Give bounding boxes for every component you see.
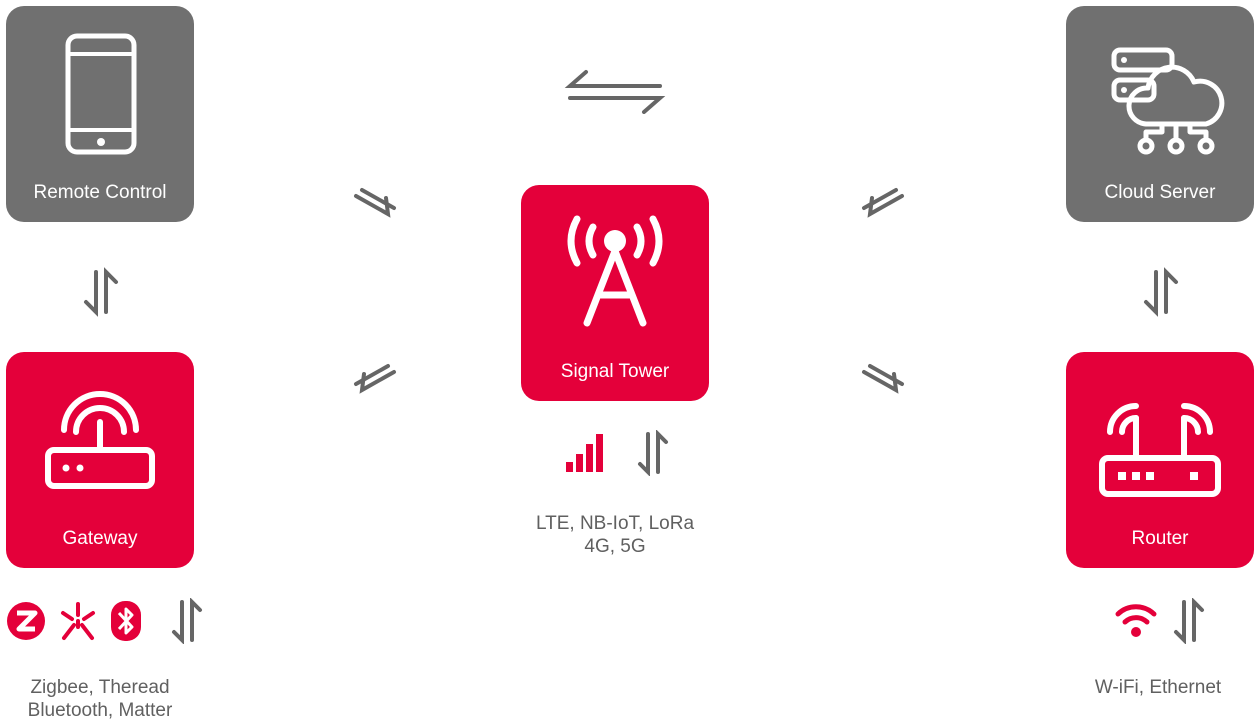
gateway-tower-arrow: [354, 364, 396, 394]
cellular-signal-icon: [566, 434, 603, 472]
tower-protocols-line2: 4G, 5G: [584, 536, 646, 557]
router-protocol-arrow: [1174, 598, 1204, 644]
router-protocols-caption: W-iFi, Ethernet: [1058, 676, 1258, 699]
gateway-protocols-line1: Zigbee, Theread: [30, 677, 170, 698]
cloud-server-node: Cloud Server: [1066, 6, 1254, 222]
remote-tower-arrow: [354, 188, 396, 218]
cloud-server-icon: [1111, 47, 1225, 155]
thread-icon: [61, 602, 95, 640]
remote-control-label: Remote Control: [33, 182, 167, 203]
zigbee-icon: [7, 602, 45, 640]
bluetooth-icon: [111, 601, 141, 641]
router-tower-arrow: [862, 364, 904, 394]
gateway-icon: [45, 391, 155, 489]
gateway-protocol-arrow: [172, 598, 202, 644]
signal-tower-icon: [567, 215, 663, 327]
tower-protocols-line1: LTE, NB-IoT, LoRa: [535, 513, 695, 534]
signal-tower-node: Signal Tower: [521, 185, 709, 401]
top-connection-arrow: [564, 70, 666, 114]
router-node: Router: [1066, 352, 1254, 568]
cloud-router-arrow: [1144, 267, 1178, 317]
gateway-label: Gateway: [62, 528, 138, 549]
router-protocols-line1: W-iFi, Ethernet: [1094, 677, 1222, 698]
gateway-protocols-line2: Bluetooth, Matter: [27, 700, 173, 721]
remote-control-node: Remote Control: [6, 6, 194, 222]
wifi-icon: [1115, 604, 1157, 637]
signal-tower-label: Signal Tower: [560, 361, 670, 382]
smartphone-icon: [65, 33, 137, 155]
tower-protocols-caption: LTE, NB-IoT, LoRa 4G, 5G: [500, 512, 730, 558]
remote-gateway-arrow: [84, 267, 118, 317]
tower-protocol-arrow: [638, 430, 668, 476]
gateway-protocols-caption: Zigbee, Theread Bluetooth, Matter: [0, 676, 200, 722]
cloud-server-label: Cloud Server: [1104, 182, 1216, 203]
cloud-tower-arrow: [862, 188, 904, 218]
gateway-node: Gateway: [6, 352, 194, 568]
router-icon: [1099, 403, 1221, 497]
router-label: Router: [1131, 528, 1189, 549]
